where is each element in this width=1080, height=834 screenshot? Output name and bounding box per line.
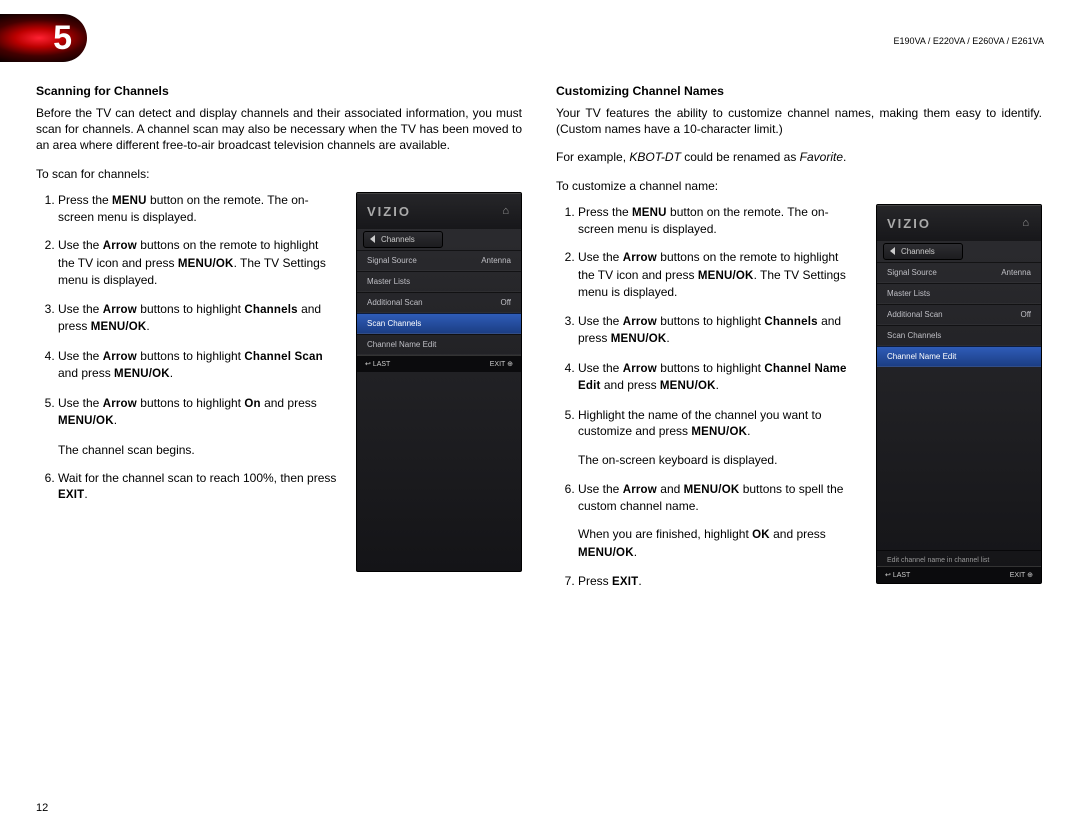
device-brand: VIZIO	[887, 216, 931, 231]
home-icon: ⌂	[502, 205, 511, 217]
device-list-right: Signal SourceAntennaMaster ListsAddition…	[877, 262, 1041, 367]
chapter-badge: 5	[0, 14, 87, 62]
device-menu-row: Signal SourceAntenna	[877, 262, 1041, 283]
chevron-left-icon	[890, 247, 895, 255]
step-r6: Use the Arrow and MENU/OK buttons to spe…	[578, 481, 858, 562]
example-line: For example, KBOT-DT could be renamed as…	[556, 149, 1042, 165]
heading-customizing: Customizing Channel Names	[556, 84, 1042, 98]
device-menu-row: Signal SourceAntenna	[357, 250, 521, 271]
step-l3: Use the Arrow buttons to highlight Chann…	[58, 301, 338, 336]
device-screenshot-left: VIZIO ⌂ Channels Signal SourceAntennaMas…	[356, 192, 522, 572]
step-l1: Press the MENU button on the remote. The…	[58, 192, 338, 226]
model-line: E190VA / E220VA / E260VA / E261VA	[894, 36, 1044, 46]
page-number: 12	[36, 802, 48, 814]
step-r1: Press the MENU button on the remote. The…	[578, 204, 858, 238]
intro-para-right: Your TV features the ability to customiz…	[556, 105, 1042, 137]
device-help-text: Edit channel name in channel list	[877, 550, 1041, 566]
home-icon: ⌂	[1022, 217, 1031, 229]
chevron-left-icon	[370, 235, 375, 243]
device-menu-row: Additional ScanOff	[877, 304, 1041, 325]
device-brand: VIZIO	[367, 204, 411, 219]
device-menu-row: Scan Channels	[877, 325, 1041, 346]
device-channels-tab: Channels	[883, 243, 963, 260]
device-screenshot-right: VIZIO ⌂ Channels Signal SourceAntennaMas…	[876, 204, 1042, 584]
step-r3: Use the Arrow buttons to highlight Chann…	[578, 313, 858, 348]
device-list-left: Signal SourceAntennaMaster ListsAddition…	[357, 250, 521, 355]
device-menu-row: Master Lists	[357, 271, 521, 292]
chapter-number: 5	[0, 14, 87, 62]
steps-right: Press the MENU button on the remote. The…	[556, 204, 858, 591]
device-menu-row: Master Lists	[877, 283, 1041, 304]
step-l5: Use the Arrow buttons to highlight On an…	[58, 395, 338, 458]
lead-left: To scan for channels:	[36, 166, 522, 182]
device-menu-row: Scan Channels	[357, 313, 521, 334]
device-bottom-bar: ↩ LAST EXIT ⊕	[877, 566, 1041, 583]
heading-scanning: Scanning for Channels	[36, 84, 522, 98]
device-channels-tab: Channels	[363, 231, 443, 248]
steps-left: Press the MENU button on the remote. The…	[36, 192, 338, 504]
step-r4: Use the Arrow buttons to highlight Chann…	[578, 360, 858, 395]
step-r2: Use the Arrow buttons on the remote to h…	[578, 249, 858, 300]
step-l4: Use the Arrow buttons to highlight Chann…	[58, 348, 338, 383]
step-r7: Press EXIT.	[578, 573, 858, 591]
column-right: Customizing Channel Names Your TV featur…	[556, 84, 1042, 603]
device-bottom-bar: ↩ LAST EXIT ⊕	[357, 355, 521, 372]
intro-para-left: Before the TV can detect and display cha…	[36, 105, 522, 154]
device-menu-row: Channel Name Edit	[357, 334, 521, 355]
device-menu-row: Additional ScanOff	[357, 292, 521, 313]
device-menu-row: Channel Name Edit	[877, 346, 1041, 367]
column-left: Scanning for Channels Before the TV can …	[36, 84, 522, 603]
lead-right: To customize a channel name:	[556, 178, 1042, 194]
step-l2: Use the Arrow buttons on the remote to h…	[58, 237, 338, 288]
step-r5: Highlight the name of the channel you wa…	[578, 407, 858, 469]
step-l6: Wait for the channel scan to reach 100%,…	[58, 470, 338, 504]
